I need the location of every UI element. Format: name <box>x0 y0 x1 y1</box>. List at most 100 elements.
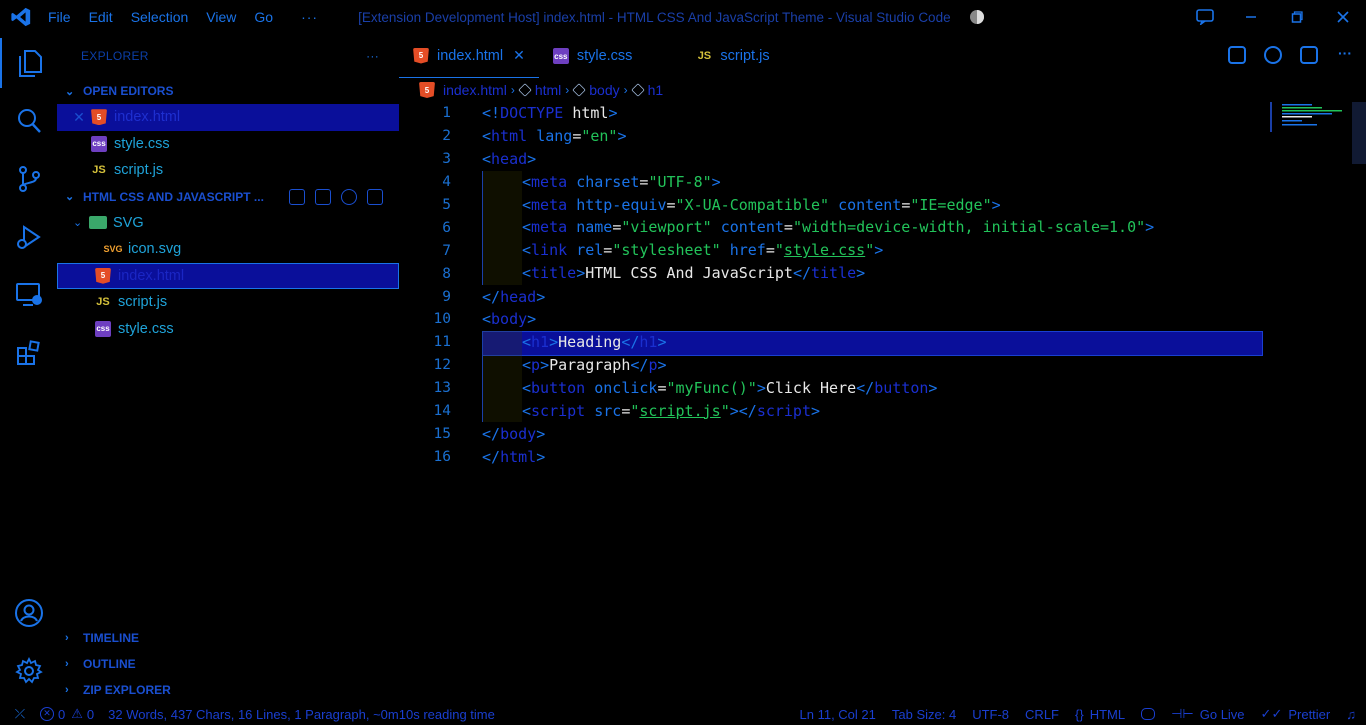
folder-svg[interactable]: ⌄ SVG <box>57 210 399 237</box>
encoding[interactable]: UTF-8 <box>972 707 1009 722</box>
breadcrumb-item[interactable]: body <box>589 82 619 98</box>
html-file-icon: 5 <box>413 47 429 64</box>
menu-edit[interactable]: Edit <box>89 9 113 25</box>
minimize-button[interactable] <box>1228 0 1274 34</box>
timeline-section[interactable]: › TIMELINE <box>57 625 399 651</box>
zip-explorer-section[interactable]: › ZIP EXPLORER <box>57 677 399 703</box>
close-icon[interactable]: ✕ <box>513 47 525 64</box>
extensions-icon[interactable] <box>0 328 57 378</box>
menu-more-button[interactable]: ··· <box>301 9 318 25</box>
code-content: </html> <box>482 447 546 466</box>
line-number: 2 <box>442 128 451 145</box>
close-window-button[interactable] <box>1320 0 1366 34</box>
globe-icon[interactable] <box>1264 46 1282 64</box>
double-check-icon: ✓✓ <box>1260 706 1283 721</box>
code-content: <body> <box>482 310 537 329</box>
breadcrumb-item[interactable]: h1 <box>648 82 664 98</box>
open-preview-icon[interactable] <box>1228 46 1246 64</box>
broadcast-icon: ⊣⊢ <box>1171 706 1194 721</box>
css-file-icon: css <box>95 320 111 337</box>
problems-indicator[interactable]: ✕ 0 ⚠ 0 <box>40 706 94 722</box>
breadcrumb-item[interactable]: html <box>535 82 561 98</box>
new-folder-icon[interactable] <box>315 188 331 205</box>
vertical-scrollbar[interactable] <box>1352 102 1366 164</box>
explorer-more-button[interactable]: ··· <box>366 49 379 63</box>
code-content: </body> <box>482 424 546 443</box>
tab-size[interactable]: Tab Size: 4 <box>892 707 956 722</box>
tab-label: style.css <box>576 48 633 64</box>
code-content: <html lang="en"> <box>482 127 627 146</box>
cursor-position[interactable]: Ln 11, Col 21 <box>800 707 876 722</box>
settings-gear-icon[interactable] <box>0 646 57 696</box>
code-content: <!DOCTYPE html> <box>482 104 618 123</box>
open-editor-item-style[interactable]: css style.css <box>57 131 399 158</box>
workspace-section[interactable]: ⌄ HTML CSS AND JAVASCRIPT ... <box>57 184 399 210</box>
menu-file[interactable]: File <box>48 9 71 25</box>
element-icon <box>572 83 587 97</box>
open-editors-section[interactable]: ⌄ OPEN EDITORS <box>57 78 399 104</box>
copilot-icon[interactable] <box>1141 708 1156 720</box>
accounts-icon[interactable] <box>0 588 57 638</box>
window-title: [Extension Development Host] index.html … <box>358 9 951 25</box>
braces-icon: {} <box>1075 706 1084 722</box>
run-debug-icon[interactable] <box>0 212 57 262</box>
outline-section[interactable]: › OUTLINE <box>57 651 399 677</box>
remote-icon[interactable]: ⤫ <box>0 706 40 722</box>
source-control-icon[interactable] <box>0 154 57 204</box>
menu-go[interactable]: Go <box>254 9 273 25</box>
chevron-right-icon: › <box>510 83 515 97</box>
remote-explorer-icon[interactable] <box>0 270 57 320</box>
go-live-button[interactable]: ⊣⊢ Go Live <box>1171 706 1244 722</box>
code-content: <script src="script.js"></script> <box>482 399 820 423</box>
language-label: HTML <box>1089 706 1126 722</box>
restore-button[interactable] <box>1274 0 1320 34</box>
close-icon[interactable]: ✕ <box>71 109 87 126</box>
file-icon-svg[interactable]: SVG icon.svg <box>57 236 399 263</box>
minimap[interactable] <box>1270 102 1350 132</box>
file-style-css[interactable]: css style.css <box>57 316 399 343</box>
file-index-html[interactable]: 5 index.html <box>57 262 399 289</box>
open-editor-item-index[interactable]: ✕ 5 index.html <box>57 104 399 131</box>
svg-file-icon: SVG <box>103 244 123 255</box>
tab-index-html[interactable]: 5 index.html ✕ <box>399 34 539 78</box>
code-content: <meta charset="UTF-8"> <box>482 170 721 194</box>
activity-bar <box>0 34 57 703</box>
explorer-icon[interactable] <box>0 38 57 88</box>
accounts-sync-icon[interactable] <box>1182 0 1228 34</box>
code-content: <meta name="viewport" content="width=dev… <box>482 216 1154 240</box>
refresh-icon[interactable] <box>341 188 357 205</box>
search-icon[interactable] <box>0 96 57 146</box>
tab-style-css[interactable]: css style.css <box>539 34 647 78</box>
chevron-right-icon: › <box>565 83 570 97</box>
more-actions-icon[interactable]: ··· <box>1336 46 1354 64</box>
chevron-down-icon: ⌄ <box>65 85 75 98</box>
notifications-bell-icon[interactable]: ♫ <box>1346 707 1356 722</box>
code-line: 2 <html lang="en"> <box>399 125 1366 148</box>
menu-selection[interactable]: Selection <box>131 9 189 25</box>
new-file-icon[interactable] <box>289 188 305 205</box>
code-line: 7 <link rel="stylesheet" href="style.css"… <box>399 239 1366 263</box>
file-script-js[interactable]: JS script.js <box>57 289 399 316</box>
code-editor[interactable]: 1 <!DOCTYPE html> 2 <html lang="en"> 3 <hea… <box>399 102 1366 468</box>
open-editor-item-script[interactable]: JS script.js <box>57 157 399 184</box>
tab-script-js[interactable]: JS script.js <box>646 34 783 78</box>
code-content: <p>Paragraph</p> <box>482 353 667 377</box>
word-count-stats[interactable]: 32 Words, 437 Chars, 16 Lines, 1 Paragra… <box>108 707 495 722</box>
folder-label: SVG <box>113 214 144 231</box>
prettier-button[interactable]: ✓✓ Prettier <box>1261 706 1331 722</box>
chevron-down-icon: ⌄ <box>65 191 75 203</box>
code-content: </head> <box>482 287 546 306</box>
element-icon <box>518 83 532 97</box>
html-file-icon: 5 <box>419 82 435 98</box>
title-bar: File Edit Selection View Go ··· [Extensi… <box>0 0 1366 34</box>
prettier-label: Prettier <box>1288 706 1331 722</box>
split-editor-icon[interactable] <box>1300 46 1318 64</box>
end-of-line[interactable]: CRLF <box>1025 707 1059 722</box>
theme-icon[interactable] <box>969 9 985 25</box>
breadcrumb-item[interactable]: index.html <box>443 82 507 98</box>
line-number: 5 <box>442 197 451 213</box>
collapse-all-icon[interactable] <box>367 188 383 205</box>
code-line: 10 <body> <box>399 308 1366 331</box>
menu-view[interactable]: View <box>206 9 236 25</box>
language-mode[interactable]: {} HTML <box>1075 707 1125 722</box>
